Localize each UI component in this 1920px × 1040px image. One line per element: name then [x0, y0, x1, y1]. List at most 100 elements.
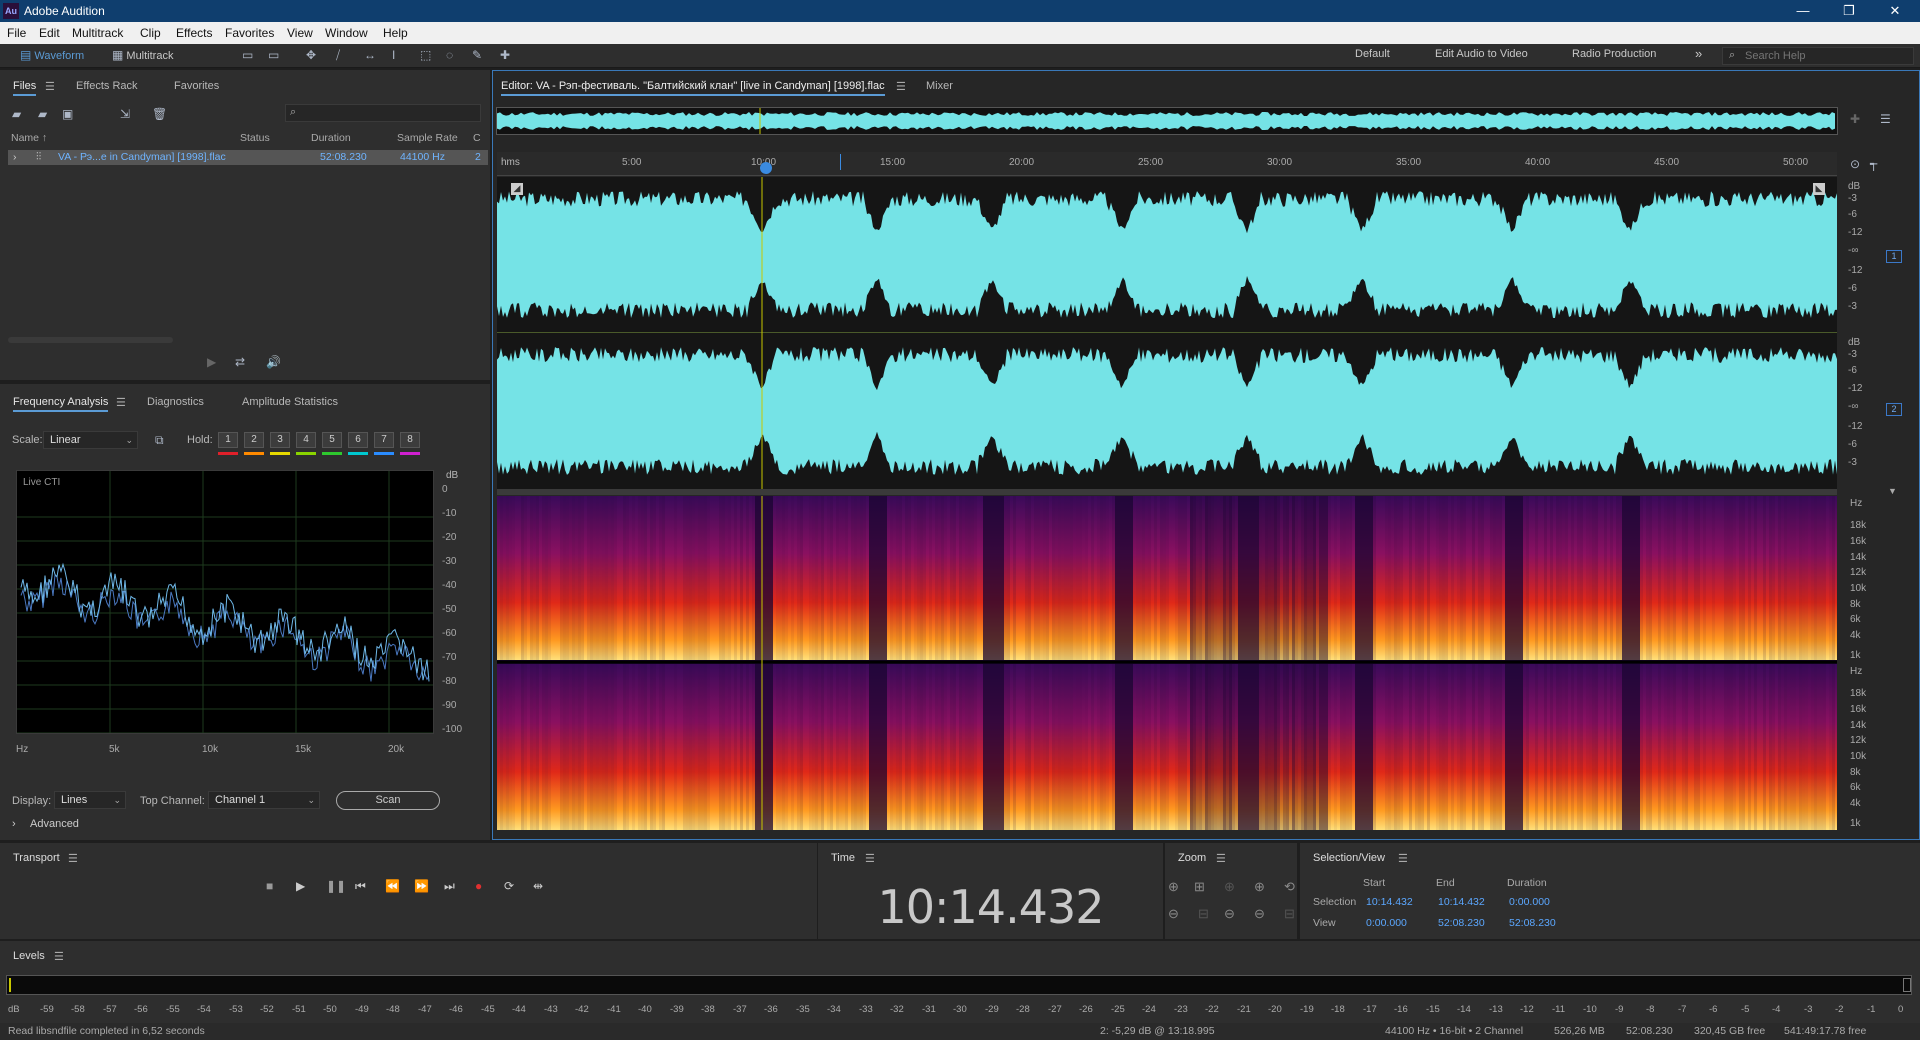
- panel-options-icon[interactable]: ☰: [1880, 112, 1891, 126]
- col-sample-rate[interactable]: Sample Rate: [397, 132, 458, 144]
- scan-button[interactable]: Scan: [336, 791, 440, 810]
- tab-amplitude-statistics[interactable]: Amplitude Statistics: [242, 396, 338, 408]
- auto-play-icon[interactable]: 🔊: [266, 355, 281, 369]
- hold-button-5[interactable]: 5: [322, 432, 342, 448]
- rewind-icon[interactable]: ⏪: [385, 879, 400, 893]
- col-channels[interactable]: C: [473, 132, 481, 144]
- workspace-edit-audio-to-video[interactable]: Edit Audio to Video: [1435, 48, 1528, 64]
- menu-edit[interactable]: Edit: [39, 26, 60, 40]
- tab-mixer[interactable]: Mixer: [926, 80, 953, 92]
- delete-file-icon[interactable]: 🗑: [152, 107, 167, 121]
- tab-frequency-analysis[interactable]: Frequency Analysis: [13, 396, 109, 412]
- razor-tool-icon[interactable]: ⧸: [336, 48, 340, 64]
- overview-bar[interactable]: [496, 107, 1838, 135]
- lasso-tool-icon[interactable]: ◌: [446, 48, 453, 64]
- multitrack-view-button[interactable]: ▦ Multitrack: [112, 48, 173, 64]
- workspace-radio-production[interactable]: Radio Production: [1572, 48, 1656, 64]
- loop-playback-icon[interactable]: ⟳: [504, 879, 514, 893]
- play-icon[interactable]: ▶: [296, 879, 305, 893]
- slip-tool-icon[interactable]: ↔: [364, 48, 376, 64]
- playhead-handle[interactable]: [760, 162, 772, 174]
- minimize-icon[interactable]: —: [1780, 0, 1826, 22]
- menu-favorites[interactable]: Favorites: [225, 26, 274, 40]
- splitter-arrow-icon[interactable]: ▼: [1888, 486, 1897, 496]
- record-icon[interactable]: ●: [475, 879, 482, 893]
- copy-to-clipboard-icon[interactable]: ⧉: [155, 433, 164, 448]
- tab-editor[interactable]: Editor: VA - Рэп-фестиваль. "Балтийский …: [501, 80, 885, 96]
- zoom-out-selection-icon[interactable]: ⊟: [1284, 906, 1295, 922]
- go-to-start-icon[interactable]: ⏮: [355, 879, 366, 894]
- hold-button-7[interactable]: 7: [374, 432, 394, 448]
- zoom-fit-icon[interactable]: ✚: [1850, 112, 1860, 126]
- col-duration[interactable]: Duration: [311, 132, 351, 144]
- time-menu-icon[interactable]: ☰: [865, 852, 875, 865]
- open-file-icon[interactable]: ▰: [12, 107, 21, 121]
- channel-1-badge[interactable]: 1: [1886, 250, 1902, 263]
- top-channel-dropdown[interactable]: Channel 1 ⌄: [208, 791, 320, 809]
- view-start[interactable]: 0:00.000: [1366, 917, 1407, 929]
- frequency-menu-icon[interactable]: ☰: [116, 396, 126, 409]
- zoom-out-time-icon[interactable]: ⊟: [1198, 906, 1209, 922]
- hold-button-8[interactable]: 8: [400, 432, 420, 448]
- fast-forward-icon[interactable]: ⏩: [414, 879, 429, 893]
- zoom-in-time-icon[interactable]: ⊕: [1224, 879, 1235, 895]
- time-ruler[interactable]: hms 5:0010:0015:0020:0025:0030:0035:0040…: [497, 152, 1837, 176]
- menu-multitrack[interactable]: Multitrack: [72, 26, 123, 40]
- zoom-in-point-icon[interactable]: ⊕: [1254, 879, 1265, 895]
- tab-diagnostics[interactable]: Diagnostics: [147, 396, 204, 408]
- zoom-reset-icon[interactable]: ⟲: [1284, 879, 1295, 895]
- spectral-splitter[interactable]: [497, 489, 1837, 495]
- skip-selection-icon[interactable]: ⇹: [533, 879, 543, 893]
- selection-menu-icon[interactable]: ☰: [1398, 852, 1408, 865]
- search-help-box[interactable]: ⌕: [1722, 47, 1914, 65]
- insert-into-multitrack-icon[interactable]: ⇲: [120, 107, 130, 121]
- selection-end[interactable]: 10:14.432: [1438, 896, 1485, 908]
- time-selection-tool-icon[interactable]: I: [392, 48, 395, 64]
- sample-rate-lock-icon[interactable]: ⊙: [1850, 157, 1860, 171]
- col-status[interactable]: Status: [240, 132, 270, 144]
- view-duration[interactable]: 52:08.230: [1509, 917, 1556, 929]
- move-tool-icon[interactable]: ✥: [306, 48, 316, 64]
- channel-2-badge[interactable]: 2: [1886, 403, 1902, 416]
- hold-button-1[interactable]: 1: [218, 432, 238, 448]
- more-workspaces-button[interactable]: »: [1695, 46, 1702, 62]
- spot-healing-tool-icon[interactable]: ✚: [500, 48, 510, 64]
- zoom-menu-icon[interactable]: ☰: [1216, 852, 1226, 865]
- menu-file[interactable]: File: [7, 26, 26, 40]
- marquee-tool-icon[interactable]: ⬚: [420, 48, 431, 64]
- new-file-icon[interactable]: ▣: [62, 107, 73, 121]
- pitch-display-icon[interactable]: ▭: [268, 48, 279, 64]
- tab-favorites[interactable]: Favorites: [174, 80, 219, 92]
- import-file-icon[interactable]: ▰: [38, 107, 47, 121]
- advanced-toggle[interactable]: Advanced: [30, 818, 79, 830]
- view-end[interactable]: 52:08.230: [1438, 917, 1485, 929]
- display-dropdown[interactable]: Lines ⌄: [54, 791, 126, 809]
- fade-in-handle-icon[interactable]: ◢: [511, 183, 523, 195]
- spectral-display-icon[interactable]: ▭: [242, 48, 253, 64]
- workspace-default[interactable]: Default: [1355, 48, 1390, 64]
- editor-menu-icon[interactable]: ☰: [896, 80, 906, 93]
- zoom-to-selection-icon[interactable]: ⊞: [1194, 879, 1205, 895]
- menu-help[interactable]: Help: [383, 26, 408, 40]
- zoom-out-full-icon[interactable]: ⊖: [1224, 906, 1235, 922]
- tab-files[interactable]: Files: [13, 80, 37, 96]
- maximize-icon[interactable]: ❐: [1826, 0, 1872, 22]
- files-search-box[interactable]: ⌕: [285, 104, 481, 122]
- files-menu-icon[interactable]: ☰: [45, 80, 55, 93]
- selection-start[interactable]: 10:14.432: [1366, 896, 1413, 908]
- files-horizontal-scrollbar[interactable]: [8, 337, 173, 343]
- close-icon[interactable]: ✕: [1872, 0, 1918, 22]
- tab-effects-rack[interactable]: Effects Rack: [76, 80, 138, 92]
- pause-icon[interactable]: ❚❚: [326, 879, 346, 893]
- file-row[interactable]: › ⫶⫶ VA - Рэ...e in Candyman] [1998].fla…: [8, 150, 488, 165]
- hold-button-3[interactable]: 3: [270, 432, 290, 448]
- col-name[interactable]: Name ↑: [11, 132, 47, 144]
- waveform-view-button[interactable]: ▤ Waveform: [20, 48, 84, 64]
- menu-clip[interactable]: Clip: [140, 26, 161, 40]
- hold-button-6[interactable]: 6: [348, 432, 368, 448]
- zoom-in-amplitude-icon[interactable]: ⊕: [1168, 879, 1179, 895]
- menu-view[interactable]: View: [287, 26, 313, 40]
- zoom-out-point-icon[interactable]: ⊖: [1254, 906, 1265, 922]
- levels-menu-icon[interactable]: ☰: [54, 950, 64, 963]
- brush-tool-icon[interactable]: ✎: [472, 48, 482, 64]
